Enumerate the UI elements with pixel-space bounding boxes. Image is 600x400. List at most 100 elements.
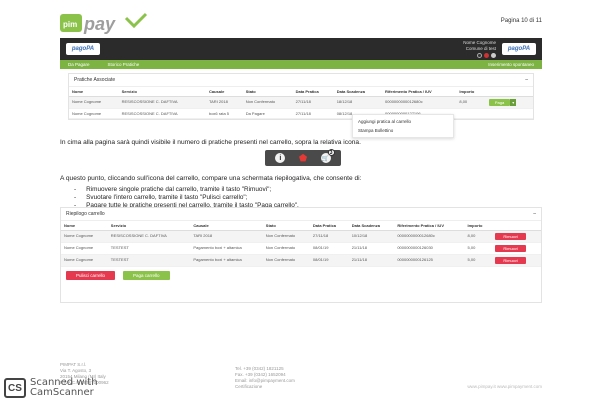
col-header: Riferimento Pratica / IUV — [394, 221, 465, 231]
table-cell: Nome Cognome — [69, 96, 119, 109]
info-icon[interactable] — [477, 53, 482, 58]
table-cell: Non Confermato — [242, 96, 293, 109]
table-row: Nome Cognome RESISCOSSIONE C. DAFTIVA TA… — [61, 230, 541, 243]
pagopa-logo-right: pagoPA — [502, 43, 536, 55]
collapse-icon[interactable]: – — [533, 211, 536, 217]
table-cell: box6 rata 5 — [205, 108, 243, 119]
pdf-icon[interactable]: ⬟ — [298, 153, 308, 163]
table-cell: 18/12/18 — [333, 96, 383, 109]
table-cell: 27/11/18 — [292, 108, 334, 119]
table-cell: RESISCOSSIONE C. DAFTIVA — [118, 96, 206, 109]
table-cell: RESISCOSSIONE C. DAFTIVA — [118, 108, 206, 119]
col-header: Importo — [456, 87, 486, 97]
table-cell: Pagamento boxi + altamica — [190, 254, 263, 267]
table-cell: Nome Cognome — [69, 108, 119, 119]
table-cell: 0000000000012680c — [394, 230, 465, 243]
col-header: Data Scadenza — [333, 87, 383, 97]
col-header: Data Pratica — [292, 87, 334, 97]
table-cell: Nome Cognome — [61, 230, 108, 243]
table-row: Nome Cognome RESISCOSSIONE C. DAFTIVA bo… — [69, 108, 533, 119]
pratiche-table: Nome Servizio Causale Stato Data Pratica… — [69, 87, 533, 119]
table-cell: 27/11/18 — [309, 230, 349, 243]
table-cell: TESTEST — [107, 254, 191, 267]
rimuovi-button[interactable]: Rimuovi — [495, 245, 526, 252]
table-cell: RESISCOSSIONE C. DAFTIVA — [107, 230, 191, 243]
col-header: Servizio — [107, 221, 191, 231]
table-cell: Nome Cognome — [61, 242, 108, 255]
nav-storico-pratiche[interactable]: Storico Pratiche — [108, 62, 140, 67]
col-header: Nome — [61, 221, 108, 231]
col-header: Data Scadenza — [348, 221, 395, 231]
table-cell: 21/11/18 — [348, 242, 395, 255]
pulisci-carrello-button[interactable]: Pulisci carrello — [66, 271, 116, 280]
pagopa-logo: pagoPA — [66, 43, 100, 55]
table-cell: 0000000000126125 — [394, 254, 465, 267]
pdf-icon[interactable] — [484, 53, 489, 58]
camscanner-watermark: CS Scanned with CamScanner — [0, 376, 150, 400]
riepilogo-table: Nome Servizio Causale Stato Data Pratica… — [61, 221, 541, 267]
pratiche-panel: Pratiche Associate – Nome Servizio Causa… — [68, 73, 534, 120]
cart-icon[interactable]: 🛒 3 — [320, 149, 335, 163]
company-contacts: Tel. +39 (0342) 1821125 Fax. +39 (0342) … — [235, 366, 295, 390]
panel-title: Pratiche Associate — [74, 77, 116, 83]
table-cell: 5,00 — [464, 254, 493, 267]
table-cell: Non Confermato — [262, 230, 310, 243]
page-number: Pagina 10 di 11 — [500, 18, 542, 24]
app-topbar: pagoPA Nome Cognome Comune di test pagoP… — [60, 38, 542, 60]
col-header: Data Pratica — [309, 221, 349, 231]
svg-text:pay: pay — [83, 14, 116, 34]
rimuovi-button[interactable]: Rimuovi — [495, 233, 526, 240]
cart-icon[interactable] — [491, 53, 496, 58]
pimpay-logo: pim pay — [60, 12, 148, 34]
watermark-line-2: CamScanner — [30, 387, 94, 398]
paragraph-2: A questo punto, cliccando sull'icona del… — [60, 175, 362, 182]
table-row: Nome Cognome TESTEST Pagamento boxi + al… — [61, 242, 541, 255]
nav-da-pagare[interactable]: Da Pagare — [68, 62, 90, 67]
col-header: Stato — [262, 221, 310, 231]
collapse-icon[interactable]: – — [525, 77, 528, 83]
col-header: Causale — [205, 87, 243, 97]
table-cell: 27/11/18 — [292, 96, 334, 109]
list-item: Rimuovere singole pratiche dal carrello,… — [74, 186, 299, 194]
user-box: Nome Cognome Comune di test — [463, 40, 496, 58]
col-header: Importo — [464, 221, 493, 231]
col-header: Riferimento Pratica / IUV — [382, 87, 457, 97]
svg-text:pim: pim — [63, 20, 77, 29]
col-header: Stato — [242, 87, 293, 97]
table-cell: Non Confermato — [262, 242, 310, 255]
nav-inserimento-spontaneo[interactable]: Inserimento spontaneo — [488, 62, 534, 67]
table-cell: 8,00 — [456, 96, 486, 109]
table-cell: TARI 2018 — [190, 230, 263, 243]
table-cell: Da Pagare — [242, 108, 293, 119]
table-cell: Non Confermato — [262, 254, 310, 267]
paga-button[interactable]: Paga — [488, 99, 511, 106]
cart-count-badge: 3 — [327, 149, 335, 156]
col-header: Servizio — [118, 87, 206, 97]
table-cell: 10/12/18 — [348, 230, 395, 243]
chevron-down-icon[interactable]: ▾ — [510, 99, 517, 106]
col-header: Nome — [69, 87, 119, 97]
table-cell: 8,00 — [464, 230, 493, 243]
info-icon[interactable]: i — [275, 153, 286, 163]
menu-item-aggiungi-carrello[interactable]: Aggiungi pratica al carrello — [353, 117, 453, 126]
table-row: Nome Cognome TESTEST Pagamento boxi + al… — [61, 254, 541, 267]
table-cell: 08/01/19 — [309, 242, 349, 255]
table-row: Nome Cognome RESISCOSSIONE C. DAFTIVA TA… — [69, 96, 533, 109]
menu-item-stampa-bollettino[interactable]: Stampa Bollettino — [353, 126, 453, 135]
rimuovi-button[interactable]: Rimuovi — [495, 257, 526, 264]
table-cell — [456, 108, 486, 119]
table-cell: 5,00 — [464, 242, 493, 255]
paga-dropdown-menu: Aggiungi pratica al carrello Stampa Boll… — [352, 114, 454, 138]
table-cell: Nome Cognome — [61, 254, 108, 267]
camscanner-logo: CS — [4, 378, 26, 398]
table-cell: TESTEST — [107, 242, 191, 255]
table-cell: 0000000000012680c — [382, 96, 457, 109]
user-entity: Comune di test — [465, 46, 496, 51]
paga-carrello-button[interactable]: Paga carrello — [123, 271, 170, 280]
header-icons-row: i ⬟ 🛒 3 — [265, 149, 341, 166]
table-cell: 08/01/19 — [309, 254, 349, 267]
paragraph-1: In cima alla pagina sarà quindi visibile… — [60, 139, 361, 146]
list-item: Svuotare l'intero carrello, tramite il t… — [74, 194, 299, 202]
table-cell: 0000000000126030 — [394, 242, 465, 255]
app-screenshot-riepilogo: Riepilogo carrello – Nome Servizio Causa… — [60, 207, 542, 303]
